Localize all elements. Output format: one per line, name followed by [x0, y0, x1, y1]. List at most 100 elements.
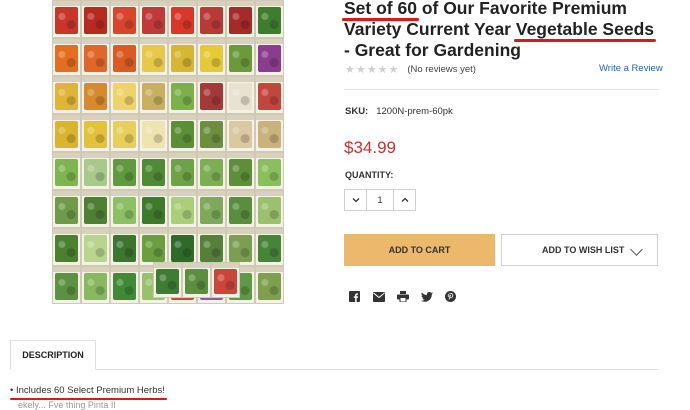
seed-packet: [168, 38, 197, 76]
seed-packet: [197, 76, 226, 114]
seed-packet: [168, 0, 197, 38]
seed-packet: [81, 38, 110, 76]
seed-packet: [226, 190, 255, 228]
seed-packet: [81, 0, 110, 38]
divider: [344, 89, 659, 90]
seed-packet: [52, 38, 81, 76]
seed-packet: [197, 152, 226, 190]
seed-packet: [110, 76, 139, 114]
seed-packet: [110, 152, 139, 190]
facebook-icon[interactable]: [348, 290, 361, 303]
add-to-wishlist-button[interactable]: ADD TO WISH LIST: [501, 234, 658, 266]
seed-packet: [52, 152, 81, 190]
seed-packet: [81, 190, 110, 228]
seed-packet: [81, 228, 110, 266]
decrease-quantity-button[interactable]: [345, 190, 366, 210]
seed-packet: [197, 114, 226, 152]
star-icon: ★★★★★: [345, 64, 400, 76]
seed-packet: [110, 190, 139, 228]
email-icon[interactable]: [372, 290, 385, 303]
seed-packet: [197, 0, 226, 38]
sku-label: SKU:: [345, 106, 369, 117]
seed-packet: [110, 114, 139, 152]
bullet-text: Includes 60 Select Premium Herbs!: [15, 385, 165, 396]
write-review-link[interactable]: Write a Review: [599, 63, 663, 74]
tab-description[interactable]: DESCRIPTION: [10, 340, 96, 370]
seed-packet: [168, 228, 197, 266]
seed-packet: [255, 228, 284, 266]
seed-packet: [52, 76, 81, 114]
seed-packet: [182, 262, 211, 298]
product-price: $34.99: [344, 138, 396, 157]
seed-packet: [110, 38, 139, 76]
seed-packet: [153, 262, 182, 298]
seed-packet: [255, 266, 284, 304]
seed-packet: [168, 152, 197, 190]
description-bullet-partial: ekely... Fve thing Pinta Il: [18, 400, 116, 410]
quantity-label: QUANTITY:: [345, 170, 394, 180]
seed-packet: [197, 190, 226, 228]
seed-packet: [139, 76, 168, 114]
seed-packet: [110, 228, 139, 266]
title-vegetable-seeds: Vegetable Seeds: [515, 19, 654, 39]
seed-packet: [168, 76, 197, 114]
seed-packet: [226, 76, 255, 114]
seed-packet: [52, 266, 81, 304]
sku-value: 1200N-prem-60pk: [376, 106, 453, 117]
seed-packet: [81, 152, 110, 190]
seed-packet: [139, 190, 168, 228]
twitter-icon[interactable]: [420, 290, 433, 303]
seed-packet: [226, 38, 255, 76]
product-title: Set of 60 of Our Favorite Premium Variet…: [344, 0, 664, 61]
seed-packet: [110, 0, 139, 38]
seed-packet: [226, 152, 255, 190]
seed-packet: [197, 38, 226, 76]
seed-packet: [226, 114, 255, 152]
add-to-cart-button[interactable]: ADD TO CART: [344, 234, 495, 266]
chevron-down-icon: [630, 243, 643, 256]
seed-packet: [139, 228, 168, 266]
plus-icon: [401, 197, 408, 202]
sku-row: SKU: 1200N-prem-60pk: [345, 106, 453, 117]
seed-packet: [168, 114, 197, 152]
seed-packet: [139, 0, 168, 38]
seed-packet: [211, 262, 240, 298]
quantity-input[interactable]: 1: [366, 190, 394, 210]
seed-packet: [226, 228, 255, 266]
increase-quantity-button[interactable]: [394, 190, 415, 210]
seed-packet: [52, 114, 81, 152]
seed-packet: [81, 76, 110, 114]
pinterest-icon[interactable]: [444, 290, 457, 303]
seed-packet: [139, 152, 168, 190]
print-icon[interactable]: [396, 290, 409, 303]
seed-packet: [255, 114, 284, 152]
product-image[interactable]: [52, 0, 284, 304]
seed-packet: [52, 0, 81, 38]
seed-packet: [168, 190, 197, 228]
tab-divider: [10, 369, 658, 370]
reviews-count: (No reviews yet): [407, 64, 476, 75]
seed-packet-grid: [52, 0, 284, 304]
seed-packet: [255, 38, 284, 76]
seed-packet: [255, 76, 284, 114]
seed-packet: [255, 0, 284, 38]
seed-packet: [139, 114, 168, 152]
seed-packet: [52, 228, 81, 266]
seed-packet: [197, 228, 226, 266]
title-end: - Great for Gardening: [344, 40, 521, 60]
seed-packet: [81, 266, 110, 304]
seed-packet: [81, 114, 110, 152]
minus-icon: [352, 198, 359, 203]
seed-packet: [255, 152, 284, 190]
seed-packet: [110, 266, 139, 304]
seed-packet: [226, 0, 255, 38]
seed-packet: [255, 190, 284, 228]
wishlist-label: ADD TO WISH LIST: [542, 245, 625, 255]
product-rating: ★★★★★ (No reviews yet): [345, 63, 476, 76]
share-icons: [348, 290, 457, 303]
seed-packet: [139, 38, 168, 76]
title-set-of: Set of 60: [344, 0, 417, 18]
description-bullet: • Includes 60 Select Premium Herbs!: [10, 385, 167, 400]
quantity-stepper: 1: [344, 189, 416, 211]
seed-packet-row: [153, 262, 240, 298]
